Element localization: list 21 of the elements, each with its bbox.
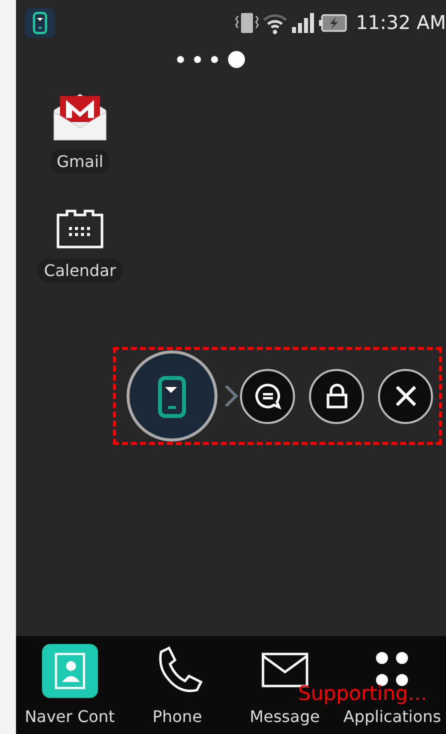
overlay-text: Supporting... <box>298 682 428 704</box>
page-indicator[interactable] <box>194 56 201 62</box>
status-time: 11:32 AM <box>356 12 446 34</box>
mail-icon[interactable] <box>52 92 108 142</box>
dock-label[interactable]: Applications <box>343 708 442 726</box>
dock-label[interactable]: Phone <box>152 708 202 726</box>
app-icon[interactable] <box>25 8 55 38</box>
page-indicator[interactable] <box>228 50 245 68</box>
page-indicator[interactable] <box>177 56 184 62</box>
chevron-icon <box>222 383 240 409</box>
dock-label[interactable]: Naver Cont <box>24 708 115 726</box>
signal-icon <box>290 11 316 35</box>
app-label[interactable]: Calendar <box>38 259 122 282</box>
vibrate-icon <box>234 11 260 35</box>
dock-label[interactable]: Message <box>250 708 320 726</box>
calendar-icon[interactable] <box>55 207 105 251</box>
chat-icon <box>254 382 282 410</box>
page-indicator[interactable] <box>211 56 218 62</box>
app-label[interactable]: Gmail <box>50 150 110 173</box>
contacts-icon[interactable] <box>42 644 98 698</box>
app-handle-icon[interactable] <box>126 350 218 442</box>
